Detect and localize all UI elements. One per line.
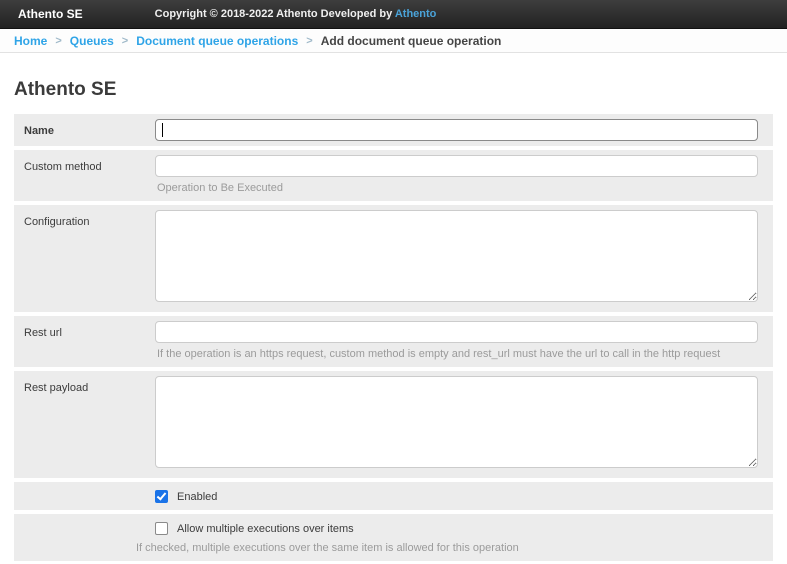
athento-link[interactable]: Athento: [395, 8, 437, 20]
rest-payload-label: Rest payload: [14, 376, 155, 473]
form-row-configuration: Configuration: [14, 205, 773, 312]
copyright-text: Copyright © 2018-2022 Athento Developed …: [155, 8, 437, 20]
breadcrumb-current: Add document queue operation: [321, 34, 502, 48]
breadcrumb-home[interactable]: Home: [14, 34, 47, 48]
custom-method-help: Operation to Be Executed: [157, 182, 758, 195]
navbar-brand[interactable]: Athento SE: [18, 7, 83, 21]
form-row-custom-method: Custom method Operation to Be Executed: [14, 150, 773, 201]
configuration-label: Configuration: [14, 210, 155, 307]
rest-url-help: If the operation is an https request, cu…: [157, 348, 758, 361]
allow-multiple-label: Allow multiple executions over items: [177, 523, 354, 535]
form-row-allow-multiple: Allow multiple executions over items If …: [14, 514, 773, 561]
allow-multiple-label-spacer: [14, 519, 155, 556]
rest-url-input[interactable]: [155, 321, 758, 343]
top-navbar: Athento SE Copyright © 2018-2022 Athento…: [0, 0, 787, 29]
enabled-checkbox[interactable]: [155, 490, 168, 503]
allow-multiple-checkbox[interactable]: [155, 522, 168, 535]
copyright-prefix: Copyright © 2018-2022 Athento Developed …: [155, 8, 395, 20]
configuration-textarea[interactable]: [155, 210, 758, 302]
name-input[interactable]: [155, 119, 758, 141]
enabled-label-spacer: [14, 487, 155, 505]
rest-payload-textarea[interactable]: [155, 376, 758, 468]
name-label: Name: [14, 119, 155, 141]
allow-multiple-help: If checked, multiple executions over the…: [136, 542, 758, 555]
custom-method-input[interactable]: [155, 155, 758, 177]
enabled-label: Enabled: [177, 491, 217, 503]
form-row-enabled: Enabled: [14, 482, 773, 510]
add-document-queue-operation-form: Name Custom method Operation to Be Execu…: [14, 114, 773, 564]
form-row-rest-payload: Rest payload: [14, 371, 773, 478]
breadcrumb-document-queue-operations[interactable]: Document queue operations: [136, 34, 298, 48]
form-row-rest-url: Rest url If the operation is an https re…: [14, 316, 773, 367]
breadcrumb: Home > Queues > Document queue operation…: [0, 29, 787, 53]
form-row-name: Name: [14, 114, 773, 146]
breadcrumb-queues[interactable]: Queues: [70, 34, 114, 48]
breadcrumb-separator: >: [55, 35, 61, 47]
breadcrumb-separator: >: [122, 35, 128, 47]
rest-url-label: Rest url: [14, 321, 155, 362]
page-title: Athento SE: [14, 79, 787, 101]
custom-method-label: Custom method: [14, 155, 155, 196]
breadcrumb-separator: >: [306, 35, 312, 47]
